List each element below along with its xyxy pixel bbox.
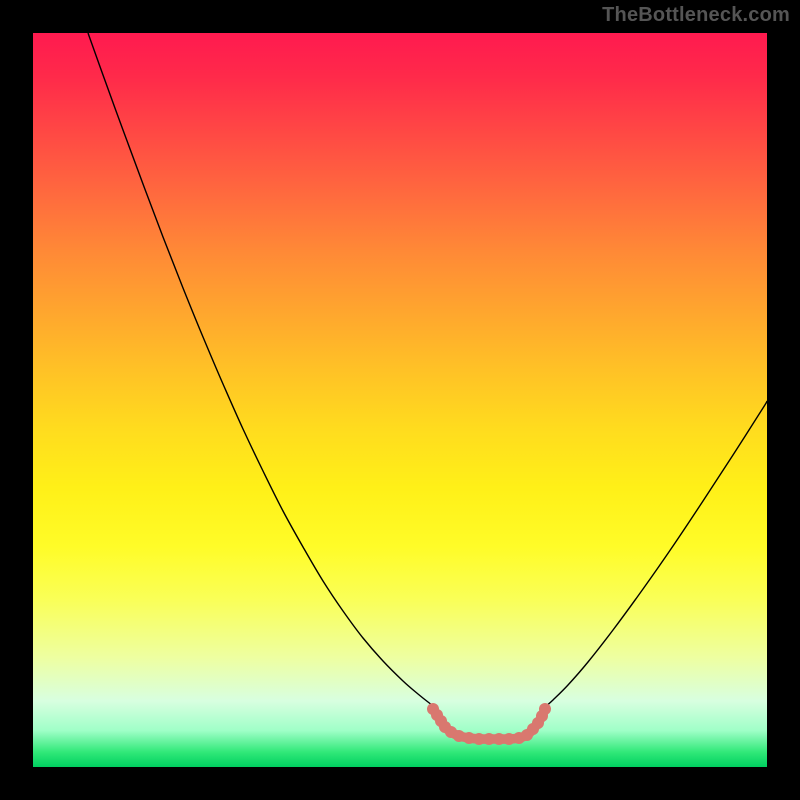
curves-svg (33, 33, 767, 767)
bottom-marker-dot-5 (453, 730, 465, 742)
bottom-marker-dot-16 (539, 703, 551, 715)
watermark-text: TheBottleneck.com (602, 4, 790, 27)
right-curve (545, 401, 767, 707)
left-curve (88, 33, 436, 708)
plot-area (33, 33, 767, 767)
chart-frame: TheBottleneck.com (0, 0, 800, 800)
